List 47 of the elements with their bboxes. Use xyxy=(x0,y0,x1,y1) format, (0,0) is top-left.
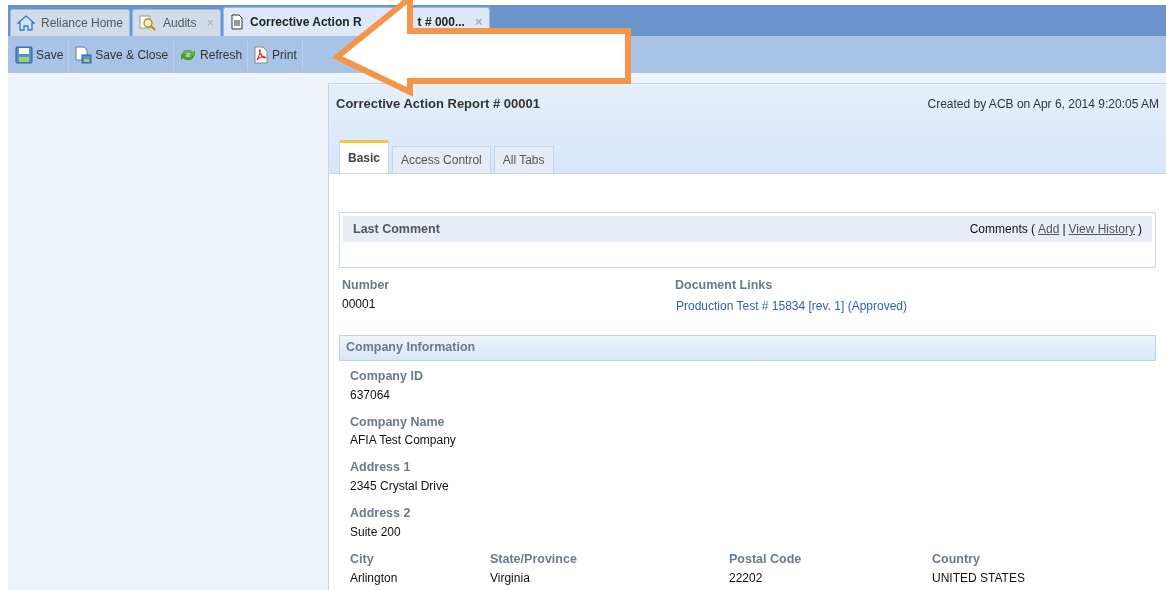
toolbar-button[interactable]: Save xyxy=(10,39,70,70)
section-header: Company Information xyxy=(339,334,1156,361)
field-value: Virginia xyxy=(490,569,531,587)
field-value: UNITED STATES xyxy=(932,569,1026,587)
tab-label: Audits xyxy=(163,15,197,32)
comments-label: Comments ( xyxy=(969,221,1036,238)
pdf-icon xyxy=(253,45,270,64)
field-value: AFIA Test Company xyxy=(350,432,457,450)
field-label: Document Links xyxy=(675,277,774,294)
field-value: Suite 200 xyxy=(350,523,402,541)
created-info: Created by ACB on Apr 6, 2014 9:20:05 AM xyxy=(927,95,1159,113)
field-label: State/Province xyxy=(490,550,578,568)
tab[interactable]: Access Control xyxy=(392,146,491,173)
field-label: Number xyxy=(342,277,391,294)
document-icon xyxy=(230,14,244,30)
field-value: 22202 xyxy=(729,569,764,587)
field-value: 00001 xyxy=(342,295,377,313)
panel-title: Last Comment xyxy=(353,220,440,238)
field-label: Country xyxy=(932,550,981,568)
field-label: City xyxy=(350,550,375,568)
field-value: Arlington xyxy=(350,569,399,587)
tab[interactable]: Audits × xyxy=(132,9,221,36)
tab-label: Reliance Home xyxy=(41,15,124,32)
tab-label: t # 000... xyxy=(417,14,465,31)
field-value: 2345 Crystal Drive xyxy=(350,478,450,495)
separator-text: | xyxy=(1062,221,1066,238)
document-save-icon xyxy=(74,45,93,64)
add-link[interactable]: Add xyxy=(1038,220,1060,238)
tab-label: Corrective Action R xyxy=(250,14,362,31)
toolbar-button[interactable]: Print xyxy=(248,39,303,70)
home-icon xyxy=(17,15,35,31)
field-label: Address 1 xyxy=(350,459,412,477)
tab[interactable]: All Tabs xyxy=(493,146,554,173)
tab[interactable]: Basic xyxy=(339,140,390,173)
tab[interactable]: Reliance Home xyxy=(10,9,131,36)
field-label: Company ID xyxy=(350,367,424,385)
parenthesis-text: ) xyxy=(1138,221,1142,238)
toolbar-button[interactable]: Save & Close xyxy=(69,39,175,70)
field-value: 637064 xyxy=(350,386,392,404)
magnifier-icon xyxy=(139,15,158,31)
toolbar-button[interactable]: Refresh xyxy=(174,39,249,70)
field-label: Company Name xyxy=(350,413,446,431)
field-label: Postal Code xyxy=(729,550,803,568)
view-history-link[interactable]: View History xyxy=(1068,220,1135,238)
field-label: Address 2 xyxy=(350,505,412,522)
document-link[interactable]: Production Test # 15834 [rev. 1] (Approved) xyxy=(675,294,908,315)
report-title: Corrective Action Report # 00001 xyxy=(336,95,540,113)
